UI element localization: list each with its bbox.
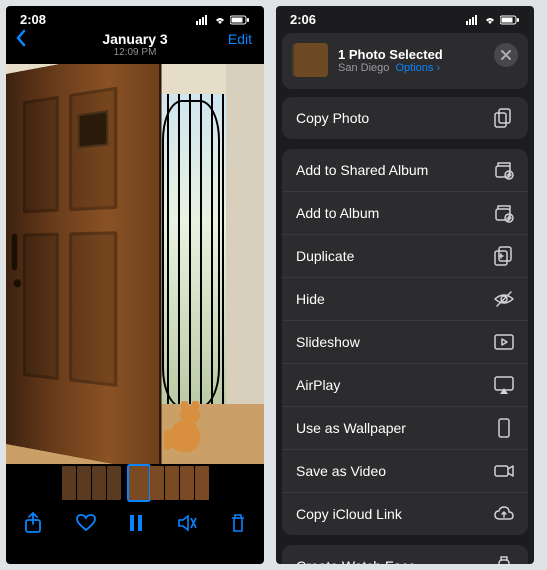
close-icon [501,50,511,60]
copy-icon [494,108,514,128]
battery-icon [230,15,250,25]
action-cloud[interactable]: Copy iCloud Link [282,493,528,535]
shared-album-icon [494,160,514,180]
signal-icon [196,15,210,25]
close-button[interactable] [494,43,518,67]
action-group: Copy Photo [282,97,528,139]
trash-button[interactable] [230,513,246,533]
wallpaper-icon [494,418,514,438]
action-slideshow[interactable]: Slideshow [282,321,528,364]
action-label: Hide [296,291,325,307]
action-label: Save as Video [296,463,386,479]
slideshow-icon [494,332,514,352]
signal-icon [466,15,480,25]
bottom-toolbar [6,502,264,548]
action-label: Copy iCloud Link [296,506,402,522]
back-button[interactable] [14,29,28,47]
photo-subject-cat [166,397,208,452]
action-label: Duplicate [296,248,354,264]
video-icon [494,461,514,481]
header-subtitle: San Diego Options › [338,62,443,74]
cloud-icon [494,504,514,524]
share-sheet-header: 1 Photo Selected San Diego Options › [282,33,528,89]
photos-detail-screen: 2:08 January 3 12:09 PM Edit [6,6,264,564]
action-album[interactable]: Add to Album [282,192,528,235]
share-button[interactable] [24,512,42,534]
action-hide[interactable]: Hide [282,278,528,321]
action-label: Copy Photo [296,110,369,126]
header-thumbnail [294,43,328,77]
mute-button[interactable] [177,514,197,532]
photo-time: 12:09 PM [6,47,264,58]
photo-date: January 3 [6,31,264,47]
watch-icon [494,556,514,564]
action-label: Create Watch Face [296,558,416,564]
duplicate-icon [494,246,514,266]
nav-bar: January 3 12:09 PM Edit [6,29,264,64]
action-shared-album[interactable]: Add to Shared Album [282,149,528,192]
battery-icon [500,15,520,25]
action-label: Slideshow [296,334,360,350]
action-group: Create Watch FaceSave to FilesAssign to … [282,545,528,564]
action-label: Add to Album [296,205,379,221]
airplay-icon [494,375,514,395]
action-wallpaper[interactable]: Use as Wallpaper [282,407,528,450]
share-actions-list[interactable]: Copy Photo Add to Shared Album Add to Albu… [276,97,534,564]
header-title: 1 Photo Selected [338,47,443,62]
status-clock: 2:08 [20,12,46,27]
action-label: Add to Shared Album [296,162,428,178]
status-bar: 2:06 [276,6,534,29]
action-video[interactable]: Save as Video [282,450,528,493]
hide-icon [494,289,514,309]
action-copy[interactable]: Copy Photo [282,97,528,139]
pause-button[interactable] [129,515,143,531]
action-duplicate[interactable]: Duplicate [282,235,528,278]
action-airplay[interactable]: AirPlay [282,364,528,407]
action-watch[interactable]: Create Watch Face [282,545,528,564]
scrubber[interactable] [6,464,264,502]
options-button[interactable]: Options › [396,62,441,74]
action-group: Add to Shared Album Add to Album Duplicate… [282,149,528,535]
status-indicators [466,15,520,25]
wifi-icon [213,15,227,25]
status-indicators [196,15,250,25]
photo-viewer[interactable] [6,64,264,464]
action-label: Use as Wallpaper [296,420,406,436]
action-label: AirPlay [296,377,340,393]
status-clock: 2:06 [290,12,316,27]
album-icon [494,203,514,223]
status-bar: 2:08 [6,6,264,29]
wifi-icon [483,15,497,25]
edit-button[interactable]: Edit [228,31,252,47]
share-sheet-screen: 2:06 1 Photo Selected San Diego Options … [276,6,534,564]
favorite-button[interactable] [76,514,96,532]
